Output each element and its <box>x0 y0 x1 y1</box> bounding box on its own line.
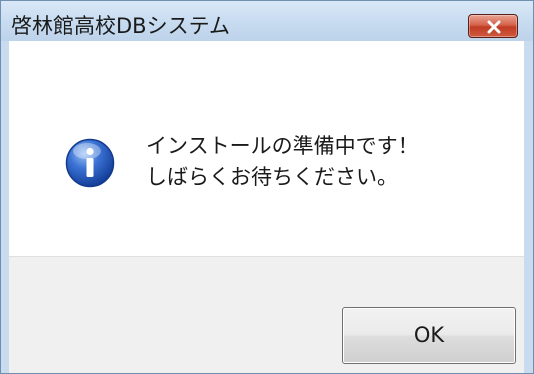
message-line-2: しばらくお待ちください。 <box>146 165 398 189</box>
close-button[interactable] <box>468 14 518 38</box>
title-bar[interactable]: 啓林館高校DBシステム <box>1 1 533 41</box>
window-title: 啓林館高校DBシステム <box>11 14 230 38</box>
message-text: インストールの準備中です！ しばらくお待ちください。 <box>146 131 419 193</box>
ok-button[interactable]: OK <box>342 307 516 364</box>
message-area: インストールの準備中です！ しばらくお待ちください。 <box>9 41 524 256</box>
message-line-1: インストールの準備中です！ <box>146 134 419 158</box>
dialog-window: 啓林館高校DBシステム インストールの準備中です！ しばらくお待ちください。 O… <box>0 0 534 374</box>
dialog-body: インストールの準備中です！ しばらくお待ちください。 OK <box>9 41 524 373</box>
information-icon <box>65 138 115 188</box>
close-icon <box>487 20 501 34</box>
button-bar: OK <box>9 256 524 373</box>
